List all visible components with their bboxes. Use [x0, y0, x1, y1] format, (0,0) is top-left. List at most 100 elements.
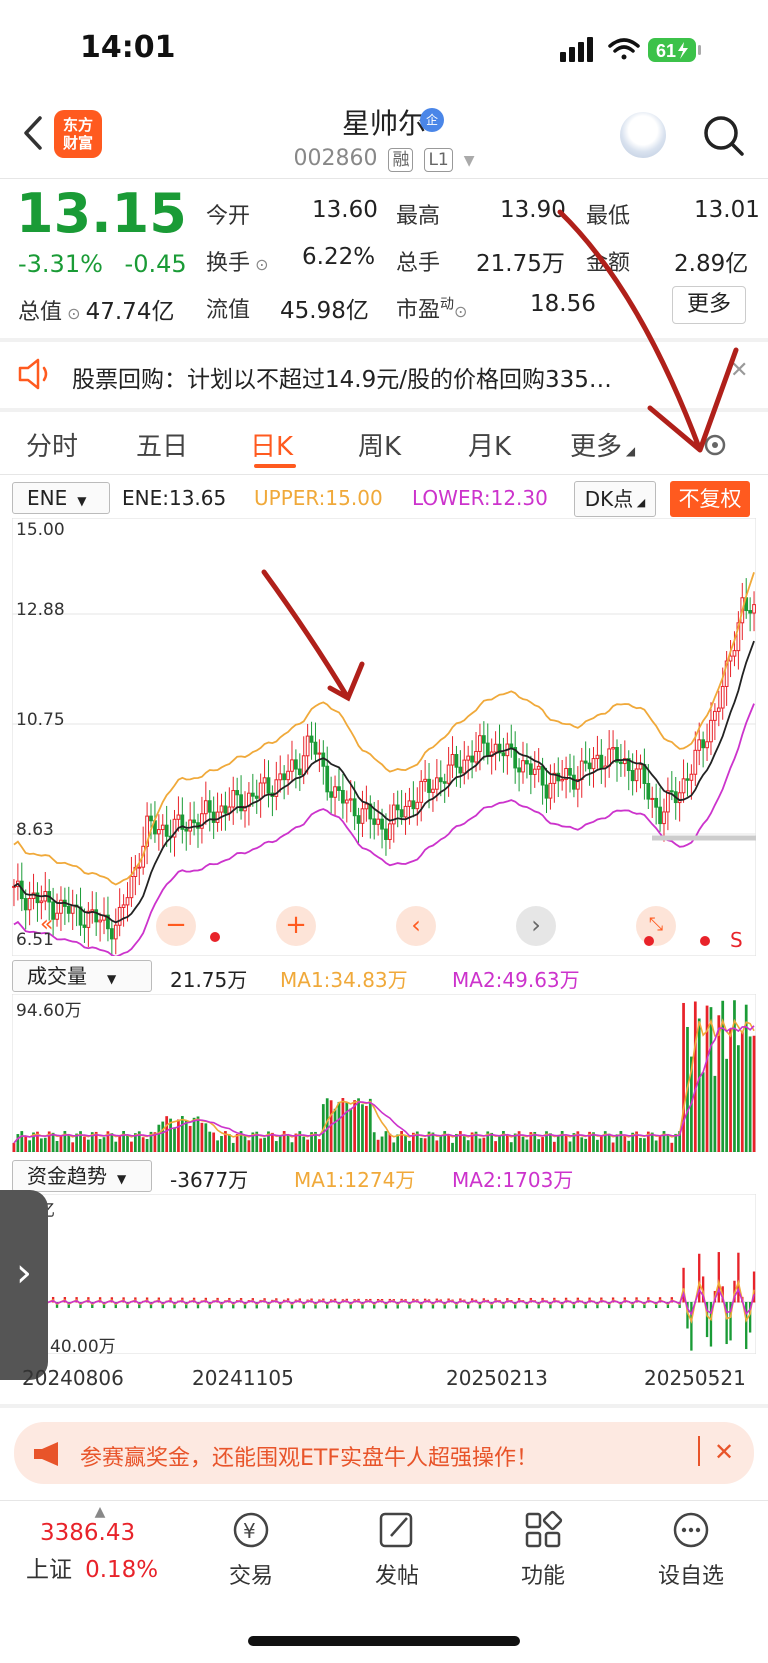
tab-daily-k[interactable]: 日K: [250, 426, 293, 463]
volume-bar: [392, 1142, 396, 1152]
float-value: 45.98亿: [280, 298, 369, 324]
nav-trade[interactable]: ¥ 交易: [186, 1510, 316, 1590]
nav-post[interactable]: 发帖: [332, 1510, 462, 1590]
candle-body: [709, 719, 713, 743]
volume-bar: [341, 1098, 345, 1152]
fund-ma2: MA2:1703万: [452, 1168, 574, 1192]
candle-body: [701, 739, 706, 749]
kline-chart[interactable]: [12, 518, 756, 956]
candle-body: [493, 743, 498, 753]
fullscreen-icon[interactable]: ⤡: [636, 906, 676, 946]
candle-body: [634, 768, 639, 782]
fund-chart[interactable]: [12, 1194, 756, 1354]
buyback-notice[interactable]: 股票回购：计划以不超过14.9元/股的价格回购335…: [72, 360, 612, 394]
indicator-select-fund[interactable]: 资金趋势 ▼: [12, 1160, 152, 1192]
tab-five-day[interactable]: 五日: [136, 426, 188, 463]
candle-body: [548, 782, 553, 799]
candle-body: [188, 819, 193, 832]
volume-bar: [12, 1143, 16, 1152]
promo-text[interactable]: 参赛赢奖金，还能围观ETF实盘牛人超强操作！: [80, 1440, 538, 1472]
dropdown-icon: ▼: [463, 153, 475, 169]
candle-body: [579, 760, 584, 781]
zoom-out-button[interactable]: −: [156, 906, 196, 946]
candle-body: [337, 786, 341, 791]
indicator-select-volume[interactable]: 成交量 ▼: [12, 960, 152, 992]
candle-body: [282, 773, 287, 781]
volume-bar: [380, 1136, 384, 1152]
candle-body: [427, 778, 431, 793]
volume-bar: [24, 1136, 28, 1152]
candle-body: [317, 752, 322, 755]
search-button[interactable]: [700, 112, 748, 160]
candle-body: [532, 768, 537, 775]
candle-body: [352, 798, 357, 817]
status-icons: 61: [560, 37, 701, 62]
candle-body: [540, 765, 545, 786]
candle-body: [705, 741, 709, 749]
tab-weekly-k[interactable]: 周K: [358, 426, 401, 463]
volume-bar: [709, 1007, 713, 1152]
side-drawer-handle[interactable]: ›: [0, 1190, 48, 1380]
candle-body: [286, 770, 290, 781]
candle-body: [384, 828, 388, 840]
volume-bar: [290, 1142, 294, 1152]
date-label-4: 20250521: [644, 1366, 746, 1390]
grid-icon: [525, 1510, 563, 1548]
volume-bar: [599, 1136, 603, 1152]
volume-bar: [43, 1137, 47, 1152]
nav-functions[interactable]: 功能: [478, 1510, 608, 1590]
dk-point-button[interactable]: DK点 ◢: [574, 481, 656, 517]
candle-body: [192, 819, 196, 824]
candle-body: [697, 739, 702, 751]
fund-value: -3677万: [170, 1168, 249, 1192]
volume-bar: [208, 1131, 212, 1152]
scroll-left-icon[interactable]: «: [40, 912, 53, 937]
candle-body: [462, 759, 467, 774]
tab-monthly-k[interactable]: 月K: [468, 426, 511, 463]
candle-body: [517, 767, 521, 773]
close-promo-icon[interactable]: ✕: [714, 1438, 734, 1466]
candle-body: [117, 906, 122, 926]
candle-body: [160, 824, 165, 831]
index-ticker[interactable]: ▲ 3386.43 上证 0.18%: [20, 1504, 180, 1584]
candle-body: [591, 758, 596, 770]
no-adjust-button[interactable]: 不复权: [670, 481, 750, 517]
candle-body: [568, 768, 572, 776]
candle-body: [752, 604, 756, 614]
volume-bar: [345, 1102, 349, 1152]
volume-bar: [102, 1137, 106, 1152]
volume-bar: [114, 1141, 118, 1152]
volume-bar: [67, 1134, 71, 1152]
candle-body: [646, 782, 651, 800]
candle-body: [669, 790, 674, 793]
candle-body: [254, 795, 259, 799]
candle-body: [611, 747, 615, 750]
level-tag: L1: [424, 148, 453, 172]
zoom-in-button[interactable]: +: [276, 906, 316, 946]
ene-lower: LOWER:12.30: [412, 486, 548, 510]
volume-bar: [404, 1135, 407, 1152]
assistant-avatar[interactable]: [620, 112, 666, 158]
prev-button[interactable]: ‹: [396, 906, 436, 946]
candle-body: [239, 794, 243, 812]
dk-dot: [700, 936, 710, 946]
volume-bar: [192, 1117, 196, 1152]
nav-add-watchlist[interactable]: 设自选: [626, 1510, 756, 1590]
enterprise-badge: 企: [420, 108, 444, 132]
fund-bar: [717, 1252, 720, 1303]
change-percent: -3.31%: [18, 250, 103, 278]
candle-body: [442, 781, 447, 784]
stock-code: 002860: [293, 146, 378, 171]
volume-chart[interactable]: [12, 994, 756, 1152]
indicator-select-ene[interactable]: ENE ▼: [12, 482, 110, 514]
volume-bar: [607, 1133, 611, 1152]
candle-body: [278, 773, 283, 781]
volume-ma2: MA2:49.63万: [452, 968, 580, 992]
candle-body: [301, 755, 306, 776]
home-indicator: [248, 1636, 520, 1646]
next-button[interactable]: ›: [516, 906, 556, 946]
tab-intraday[interactable]: 分时: [26, 426, 78, 463]
volume-bar: [161, 1121, 165, 1152]
candle-body: [125, 897, 130, 906]
candle-body: [713, 710, 717, 721]
